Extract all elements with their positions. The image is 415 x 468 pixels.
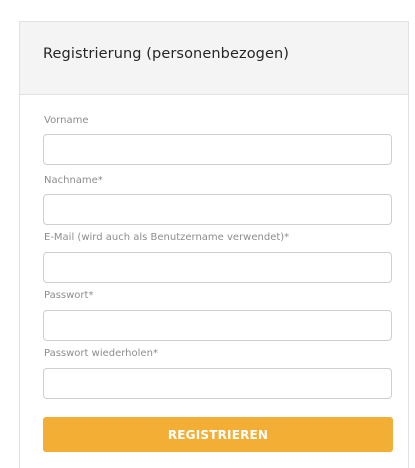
first-name-label: Vorname xyxy=(44,115,89,126)
password-repeat-input[interactable] xyxy=(43,368,392,399)
email-input[interactable] xyxy=(43,252,392,283)
registration-card: Registrierung (personenbezogen) Vorname … xyxy=(19,21,409,468)
first-name-input[interactable] xyxy=(43,134,392,165)
password-label: Passwort* xyxy=(44,290,94,301)
password-repeat-label: Passwort wiederholen* xyxy=(44,348,158,359)
card-title: Registrierung (personenbezogen) xyxy=(43,46,290,62)
last-name-label: Nachname* xyxy=(44,175,103,186)
card-header: Registrierung (personenbezogen) xyxy=(20,22,408,95)
last-name-input[interactable] xyxy=(43,194,392,225)
password-input[interactable] xyxy=(43,310,392,341)
email-label: E-Mail (wird auch als Benutzername verwe… xyxy=(44,232,290,243)
register-button[interactable]: REGISTRIEREN xyxy=(43,417,393,452)
